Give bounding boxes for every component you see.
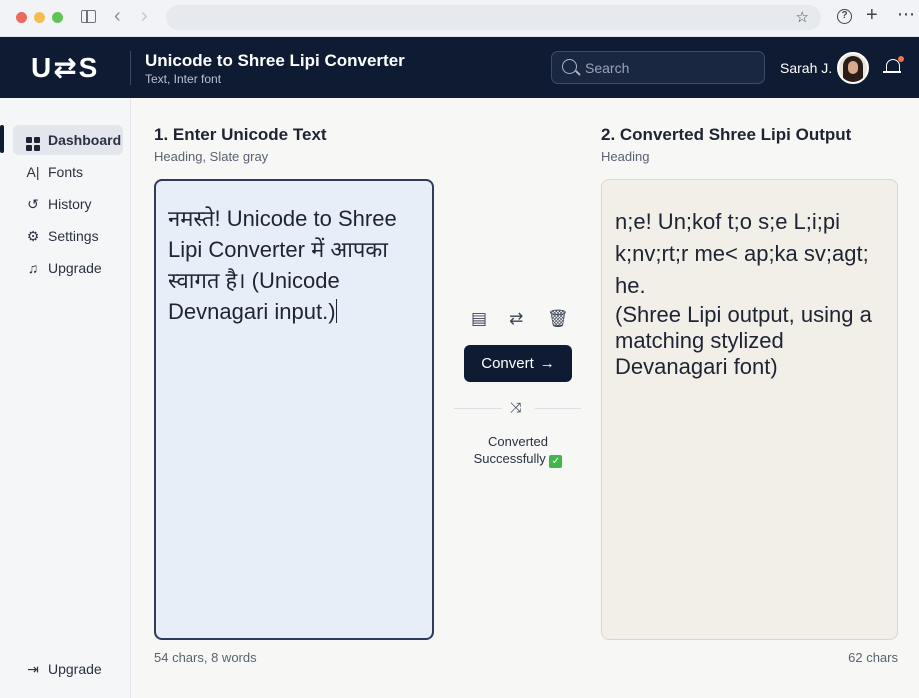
maximize-window-button[interactable] bbox=[52, 12, 63, 23]
input-heading: 1. Enter Unicode Text bbox=[154, 125, 327, 144]
bookmark-star-icon[interactable]: ☆ bbox=[796, 8, 809, 26]
more-menu-icon[interactable]: ⋯ bbox=[897, 4, 915, 25]
text-caret bbox=[335, 299, 337, 323]
sidebar: Dashboard A| Fonts ↺ History ⚙ Settings … bbox=[0, 98, 131, 698]
bell-icon: ♫ bbox=[27, 260, 39, 276]
forward-icon[interactable]: › bbox=[141, 6, 148, 26]
active-indicator bbox=[0, 125, 4, 153]
output-counter: 62 chars bbox=[848, 650, 898, 665]
sidebar-toggle-icon[interactable] bbox=[81, 10, 96, 23]
address-bar[interactable]: ☆ bbox=[166, 5, 821, 30]
page-subtitle: Text, Inter font bbox=[145, 72, 222, 86]
status-message: Converted Successfully ✓ bbox=[454, 433, 582, 468]
sidebar-upgrade-bottom[interactable]: ⇥ Upgrade bbox=[13, 654, 123, 684]
avatar-face bbox=[848, 61, 858, 74]
sidebar-item-history[interactable]: ↺ History bbox=[13, 189, 123, 219]
sidebar-item-settings[interactable]: ⚙ Settings bbox=[13, 221, 123, 251]
new-tab-icon[interactable]: + bbox=[866, 4, 878, 27]
sidebar-item-dashboard[interactable]: Dashboard bbox=[13, 125, 123, 155]
close-window-button[interactable] bbox=[16, 12, 27, 23]
search-box[interactable] bbox=[551, 51, 765, 84]
sidebar-item-fonts[interactable]: A| Fonts bbox=[13, 157, 123, 187]
divider-right bbox=[535, 408, 581, 409]
input-subheading: Heading, Slate gray bbox=[154, 149, 269, 164]
sidebar-item-label: Upgrade bbox=[48, 661, 102, 677]
gear-icon: ⚙ bbox=[26, 227, 40, 244]
sidebar-item-label: Dashboard bbox=[48, 132, 122, 148]
minimize-window-button[interactable] bbox=[34, 12, 45, 23]
sidebar-item-label: Fonts bbox=[48, 164, 84, 180]
header-divider bbox=[130, 51, 131, 85]
status-text: Converted Successfully bbox=[473, 434, 548, 466]
input-counter: 54 chars, 8 words bbox=[154, 650, 257, 665]
fonts-icon: A| bbox=[26, 164, 40, 180]
sidebar-item-upgrade[interactable]: ♫ Upgrade bbox=[13, 253, 123, 283]
unicode-input[interactable]: नमस्ते! Unicode to Shree Lipi Converter … bbox=[154, 179, 434, 640]
swap-icon[interactable]: ⇄ bbox=[509, 309, 523, 329]
browser-chrome: ‹ › ☆ ? + ⋯ bbox=[0, 0, 919, 37]
divider-left bbox=[454, 408, 502, 409]
shuffle-icon: ⤨ bbox=[510, 399, 522, 415]
convert-button[interactable]: Convert → bbox=[464, 345, 572, 382]
page-title: Unicode to Shree Lipi Converter bbox=[145, 51, 405, 70]
convert-label: Convert bbox=[481, 355, 534, 372]
sidebar-item-label: Upgrade bbox=[48, 260, 102, 276]
main-content: 1. Enter Unicode Text Heading, Slate gra… bbox=[131, 98, 919, 698]
output-text: n;e! Un;kof t;o s;e L;i;pi k;nv;rt;r me<… bbox=[615, 209, 869, 298]
search-icon bbox=[562, 59, 577, 74]
output-note: (Shree Lipi output, using a matching sty… bbox=[615, 302, 872, 379]
trash-icon[interactable]: 🗑 bbox=[547, 309, 569, 329]
extension-icon[interactable]: ? bbox=[837, 9, 852, 24]
sidebar-item-label: Settings bbox=[48, 228, 99, 244]
back-icon[interactable]: ‹ bbox=[114, 6, 121, 26]
shree-lipi-output[interactable]: n;e! Un;kof t;o s;e L;i;pi k;nv;rt;r me<… bbox=[601, 179, 898, 640]
output-subheading: Heading bbox=[601, 149, 650, 164]
notification-badge bbox=[898, 56, 904, 62]
app-header: U⇄S Unicode to Shree Lipi Converter Text… bbox=[0, 37, 919, 98]
check-icon: ✓ bbox=[549, 455, 563, 468]
dashboard-icon bbox=[22, 130, 44, 151]
search-input[interactable] bbox=[585, 58, 755, 78]
sidebar-item-label: History bbox=[48, 196, 92, 212]
avatar[interactable] bbox=[837, 52, 869, 84]
paste-icon[interactable]: ▤ bbox=[471, 309, 487, 329]
output-heading: 2. Converted Shree Lipi Output bbox=[601, 125, 852, 144]
logout-icon: ⇥ bbox=[27, 660, 39, 677]
unicode-input-text: नमस्ते! Unicode to Shree Lipi Converter … bbox=[168, 206, 397, 324]
user-name: Sarah J. bbox=[780, 60, 833, 76]
arrow-right-icon: → bbox=[539, 355, 555, 372]
logo: U⇄S bbox=[31, 52, 100, 83]
history-icon: ↺ bbox=[27, 195, 39, 212]
